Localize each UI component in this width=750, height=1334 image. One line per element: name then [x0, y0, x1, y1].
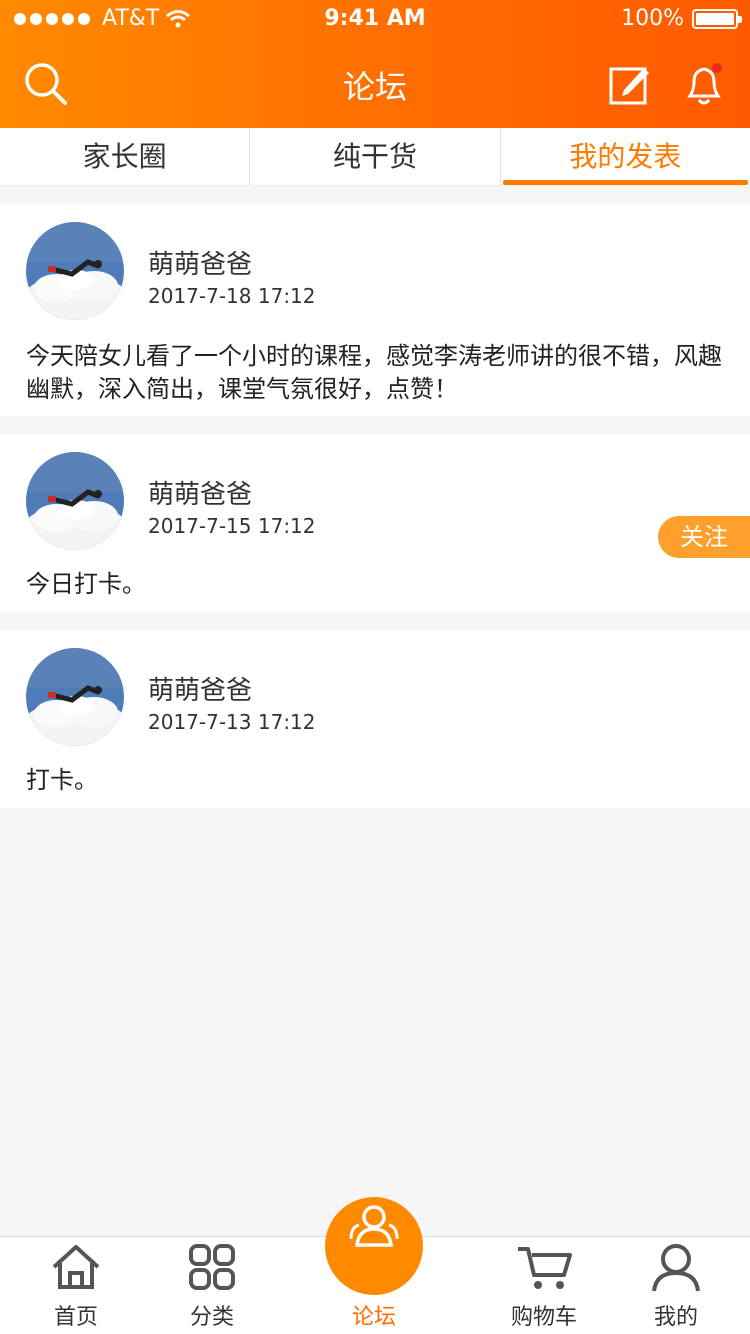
nav-profile-label: 我的 [653, 1305, 698, 1330]
nav-forum[interactable]: 论坛 [322, 1197, 426, 1334]
avatar[interactable] [26, 648, 124, 746]
tab-pure-content[interactable]: 纯干货 [250, 128, 501, 185]
post-date: 2017-7-15 17:12 [148, 514, 316, 538]
author-name: 萌萌爸爸 [148, 250, 253, 280]
nav-home-label: 首页 [53, 1305, 98, 1330]
notification-button[interactable] [676, 56, 732, 112]
status-bar: AT&T 9:41 AM 100% [0, 6, 750, 36]
header: AT&T 9:41 AM 100% 论坛 [0, 0, 750, 128]
cart-icon [518, 1247, 572, 1289]
battery-label: 100% [621, 6, 684, 31]
post-content: 打卡。 [26, 766, 98, 794]
post-content: 今天陪女儿看了一个小时的课程，感觉李涛老师讲的很不错，风趣幽默，深入简出，课堂气… [26, 342, 722, 403]
post-item[interactable]: 萌萌爸爸 2017-7-15 17:12 关注 今日打卡。 [0, 434, 750, 612]
post-item[interactable]: 萌萌爸爸 2017-7-18 17:12 今天陪女儿看了一个小时的课程，感觉李涛… [0, 204, 750, 416]
tab-bar: 家长圈 纯干货 我的发表 [0, 128, 750, 186]
nav-category[interactable]: 分类 [162, 1237, 262, 1334]
follow-button[interactable]: 关注 [658, 516, 750, 558]
author-name: 萌萌爸爸 [148, 480, 253, 510]
bottom-nav: 首页 分类 论坛 购物车 我的 [0, 1197, 750, 1334]
avatar[interactable] [26, 222, 124, 320]
edit-icon [609, 67, 649, 105]
grid-icon [189, 1244, 235, 1290]
post-date: 2017-7-13 17:12 [148, 710, 316, 734]
home-icon [52, 1245, 100, 1289]
nav-home[interactable]: 首页 [26, 1237, 126, 1334]
nav-forum-label: 论坛 [351, 1305, 396, 1330]
post-item[interactable]: 萌萌爸爸 2017-7-13 17:12 打卡。 [0, 630, 750, 808]
compose-button[interactable] [602, 56, 658, 112]
tab-my-posts[interactable]: 我的发表 [501, 128, 750, 185]
nav-cart-label: 购物车 [510, 1305, 577, 1330]
people-icon [349, 1205, 399, 1247]
post-content: 今日打卡。 [26, 570, 146, 598]
nav-profile[interactable]: 我的 [626, 1237, 726, 1334]
app: AT&T 9:41 AM 100% 论坛 家长圈 纯干货 我的发表 萌萌爸爸 2… [0, 0, 750, 1334]
tab-parents-circle[interactable]: 家长圈 [0, 128, 251, 185]
post-date: 2017-7-18 17:12 [148, 284, 316, 308]
avatar[interactable] [26, 452, 124, 550]
nav-cart[interactable]: 购物车 [494, 1237, 594, 1334]
battery-icon [692, 8, 742, 29]
user-icon [652, 1244, 700, 1292]
nav-category-label: 分类 [189, 1305, 234, 1330]
author-name: 萌萌爸爸 [148, 676, 253, 706]
forum-tab-button[interactable] [325, 1197, 423, 1295]
bell-icon [687, 63, 722, 105]
